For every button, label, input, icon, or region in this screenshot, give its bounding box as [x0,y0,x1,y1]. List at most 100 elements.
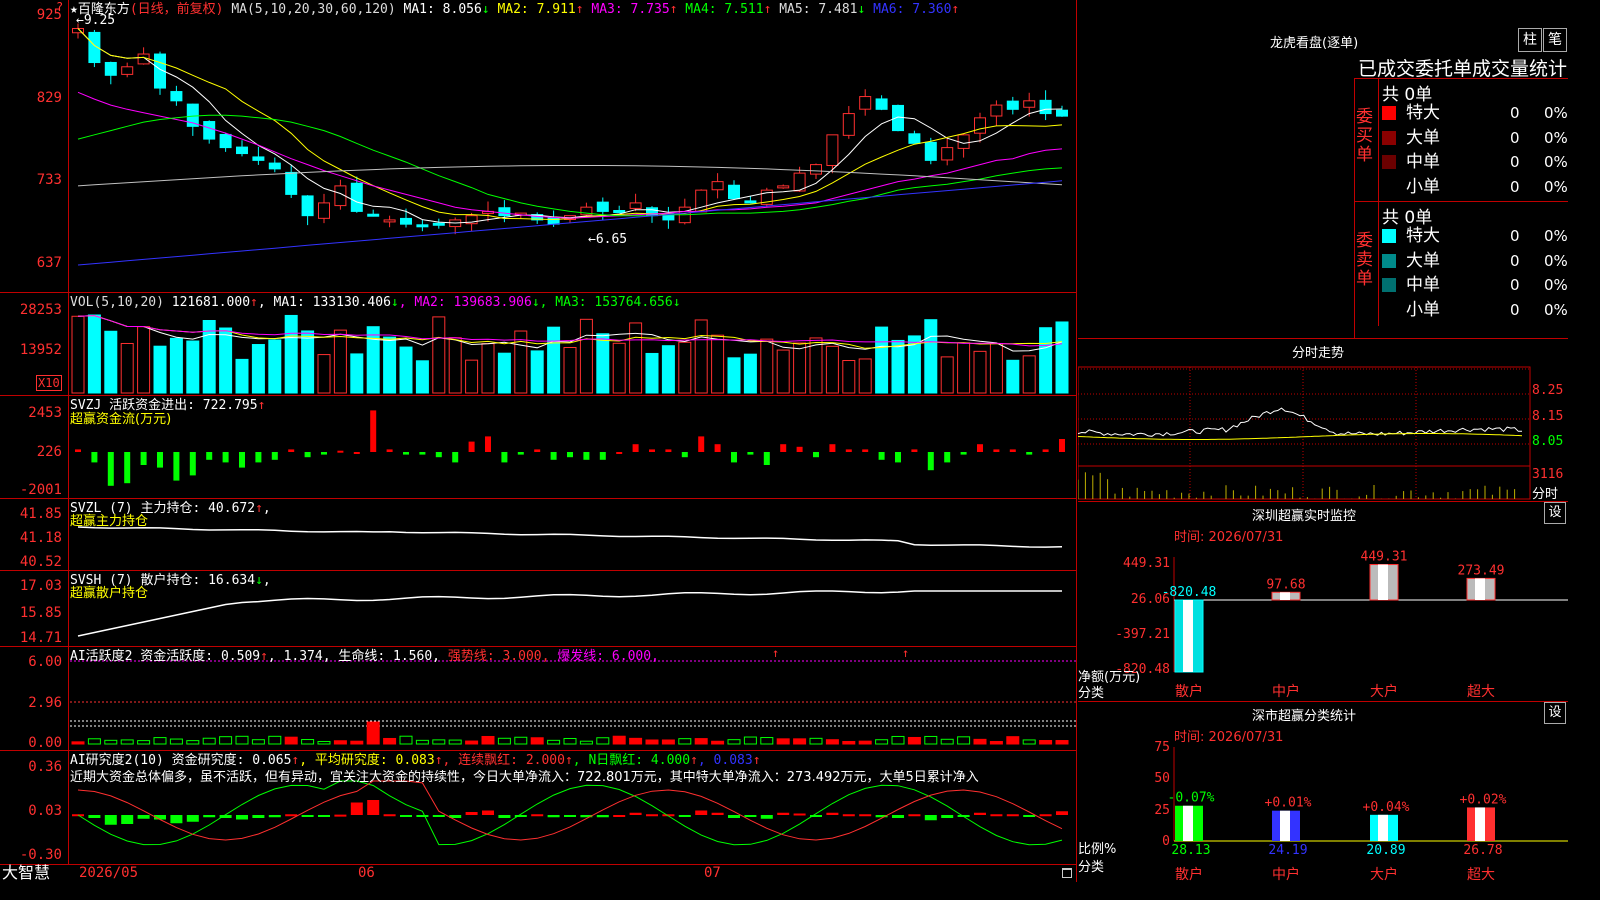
volume-bar [579,318,593,394]
volume-bar [596,333,610,394]
activity-bar [1006,736,1020,745]
legend-item: ↑ [250,295,258,310]
candle-body [1023,100,1036,108]
order-percent: 0% [1544,276,1568,294]
research-bar [121,815,134,824]
research-bar [941,815,954,818]
monitor-panel[interactable]: 深圳超赢实时监控 设 时间: 2026/07/31 449.31 26.06 -39… [1078,501,1568,702]
candle-body [744,200,757,204]
research-bar [908,814,921,817]
svzl-panel[interactable]: SVZL (7) 主力持仓: 40.672↑, 超赢主力持仓 41.85 41.… [0,499,1076,571]
legend-item: , MA3: 153764.656 [539,295,673,310]
activity-bar [875,739,889,745]
activity-bar [465,740,479,745]
flow-bar [944,452,951,463]
y-axis-divider [68,0,69,864]
activity-bar [186,740,200,745]
svzj-panel[interactable]: SVZJ 活跃资金进出: 722.795↑ 超赢资金流(万元) 2453 226… [0,396,1076,499]
research-bar [350,802,363,815]
dragon-tiger-subtitle: 已成交委托单成交量统计 [1358,58,1568,80]
research-bar [974,812,986,815]
flow-bar [878,452,885,460]
candle-body [268,162,281,170]
flow-bar [911,449,918,452]
volume-bar [1006,359,1020,394]
brand-label[interactable]: 大智慧 [2,864,50,882]
research-bar [760,815,773,819]
classify-panel[interactable]: 深市超赢分类统计 设 时间: 2026/07/31 75 50 25 0 -0.07% 2… [1078,701,1568,883]
volume-unit-badge: X10 [36,375,62,391]
tab-order-view[interactable]: 笔 [1543,28,1567,52]
bottom-date-bar[interactable]: 大智慧 2026/05 06 07 [0,864,1076,882]
volume-bar [415,360,429,394]
ai-comment: 近期大资金总体偏多，虽不活跃，但有异动，宜关注大资金的持续性，今日大单净流入：7… [70,770,979,785]
classify-x-title: 分类 [1078,860,1105,875]
candle-body [826,134,839,166]
flow-bar [993,449,1000,452]
candle-body [842,113,855,136]
candle-body [875,98,888,110]
volume-bar [858,358,872,394]
svsh-panel[interactable]: SVSH (7) 散户持仓: 16.634↓, 超赢散户持仓 17.03 15.… [0,571,1076,647]
intraday-axis-label: 8.15 [1532,409,1564,424]
order-count: 0 [1510,128,1520,147]
research-bar [104,815,117,825]
candlestick-chart[interactable] [0,0,1076,292]
flow-bar [370,410,377,452]
svzl-subtitle: 超赢主力持仓 [70,514,149,529]
activity-bar [825,739,839,745]
research-bar [498,815,511,818]
legend-item: SVZJ 活跃资金进出: 722.795 [70,398,258,413]
flow-bar [927,452,934,471]
y-tick-label: 50 [1154,771,1170,786]
flow-bar [698,436,705,452]
research-bar [711,812,724,815]
monitor-chart[interactable]: 449.3126.06-397.21-820.48-820.48散户97.68中… [1078,502,1568,702]
research-bar [1006,814,1019,817]
value-label: 20.89 [1366,843,1405,858]
research-bar [367,800,380,815]
flow-bar [239,452,245,468]
svsh-subtitle: 超赢散户持仓 [70,586,149,601]
legend-item: ↓ [672,295,681,310]
ai-research-panel[interactable]: AI研究度2(10) 资金研究度: 0.065↑, 平均研究度: 0.083↑,… [0,751,1076,865]
main-right-divider [1076,0,1077,882]
ai-activity-panel[interactable]: ↑ ↑ AI活跃度2 资金活跃度: 0.509↑, 1.374, 生命线: 1.5… [0,647,1076,751]
order-percent: 0% [1544,251,1568,270]
intraday-volume-label: 3116 [1532,467,1564,482]
research-bar [318,815,330,817]
date-label: 07 [704,865,721,881]
volume-panel[interactable]: VOL(5,10,20) 121681.000↑, MA1: 133130.40… [0,293,1076,396]
volume-bar [727,357,741,394]
color-swatch [1382,253,1396,268]
activity-axis-label: 2.96 [28,695,62,711]
tab-bar-view[interactable]: 柱 [1518,28,1542,52]
category-label: 散户 [1175,866,1203,883]
legend-item: ↑ [434,753,443,768]
svsh-axis-label: 15.85 [19,605,62,621]
research-bar [1039,814,1052,817]
volume-bar [793,342,807,394]
ma3-line [77,91,1063,219]
y-tick-label: 449.31 [1123,556,1170,571]
dragon-tiger-panel[interactable]: 龙虎看盘(逐单) 柱 笔 已成交委托单成交量统计 委买单 委卖单 共 0单 共 … [1078,0,1568,338]
flow-bar [468,441,475,452]
flow-bar [845,449,852,452]
activity-bar [153,737,167,745]
volume-bar [530,350,544,394]
price-panel[interactable]: ★百隆东方(日线，前复权) MA(5,10,20,30,60,120) MA1:… [0,0,1076,293]
flow-bar [75,449,81,452]
research-bar [170,815,183,824]
value-label: 24.19 [1268,843,1307,858]
up-arrow-mark: ↑ [902,647,909,660]
intraday-panel[interactable]: 分时走势 8.25 8.15 8.05 3116 分时 [1078,338,1568,502]
monitor-bar-highlight [1378,564,1388,600]
activity-bar [924,735,938,745]
lock-icon[interactable] [1062,868,1072,878]
value-label: 26.78 [1463,843,1502,858]
research-bar [613,815,626,817]
volume-bar [104,330,118,394]
intraday-chart[interactable] [1078,339,1568,502]
color-swatch [1382,278,1396,292]
classify-chart[interactable]: 7550250-0.07%28.13散户+0.01%24.19中户+0.04%2… [1078,702,1568,883]
